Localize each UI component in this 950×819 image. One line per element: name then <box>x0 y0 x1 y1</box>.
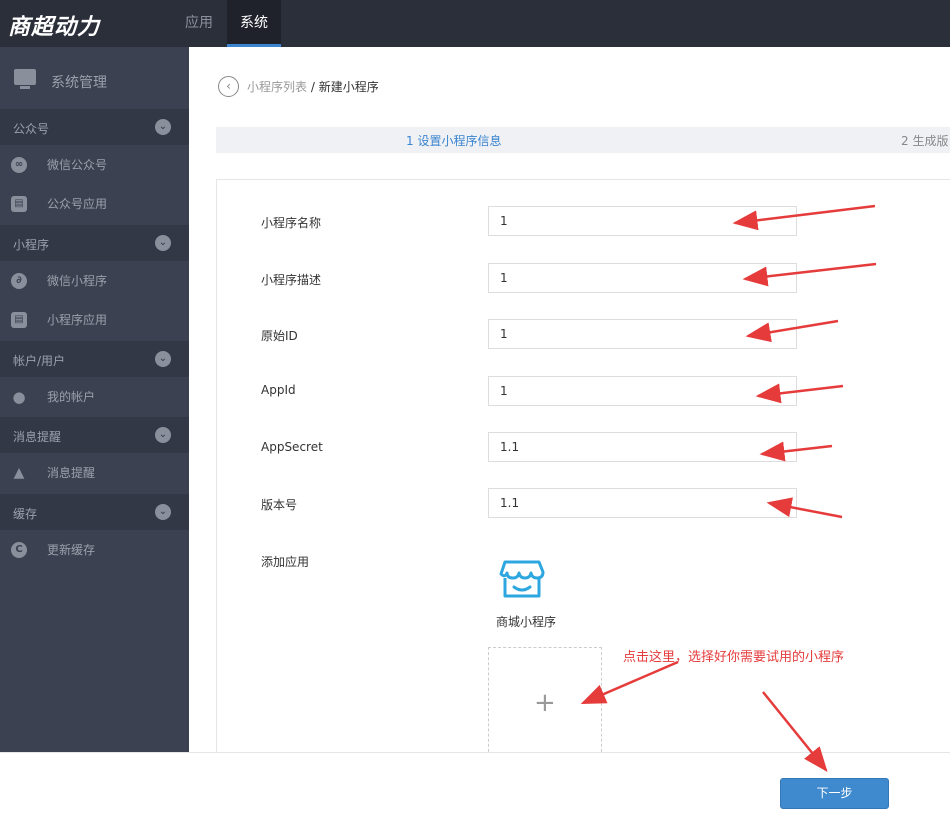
sidebar-header: 系统管理 <box>0 47 189 110</box>
sidebar-item-my-account[interactable]: ● 我的帐户 <box>0 377 189 416</box>
sidebar-group-label: 消息提醒 <box>13 430 62 444</box>
sidebar-group-label: 帐户/用户 <box>13 354 66 368</box>
annotation-hint: 点击这里，选择好你需要试用的小程序 <box>623 650 845 665</box>
sidebar-group-label: 缓存 <box>13 507 38 521</box>
chevron-down-icon[interactable]: ⌄ <box>155 427 171 443</box>
chevron-down-icon[interactable]: ⌄ <box>155 235 171 251</box>
chevron-down-icon[interactable]: ⌄ <box>155 351 171 367</box>
app-bag-icon: ▤ <box>11 196 27 212</box>
back-button[interactable]: ‹ <box>218 76 239 97</box>
sidebar-item-mini-apps[interactable]: ▤ 小程序应用 <box>0 300 189 339</box>
appid-input[interactable] <box>488 376 797 406</box>
sidebar-item-label: 微信小程序 <box>47 274 108 288</box>
sidebar-group-label: 公众号 <box>13 122 50 136</box>
sidebar-item-refresh-cache[interactable]: C 更新缓存 <box>0 530 189 569</box>
sidebar-item-wechat-official[interactable]: ∞ 微信公众号 <box>0 145 189 184</box>
store-icon[interactable] <box>499 556 545 602</box>
sidebar-item-wechat-mini[interactable]: ∂ 微信小程序 <box>0 261 189 300</box>
sidebar-group-official-account[interactable]: 公众号 ⌄ <box>0 109 189 145</box>
user-icon: ● <box>12 388 26 406</box>
top-tab-system[interactable]: 系统 <box>227 0 281 47</box>
field-label-name: 小程序名称 <box>261 216 322 230</box>
chevron-down-icon[interactable]: ⌄ <box>155 504 171 520</box>
description-input[interactable] <box>488 263 797 293</box>
top-bar: 商超动力 应用 系统 <box>0 0 950 47</box>
sidebar: 系统管理 公众号 ⌄ ∞ 微信公众号 ▤ 公众号应用 小程序 ⌄ ∂ 微信小程序… <box>0 47 189 819</box>
mini-program-form: 小程序名称 小程序描述 原始ID AppId AppSecret 版本号 添加应… <box>216 179 950 757</box>
sidebar-item-label: 公众号应用 <box>47 197 108 211</box>
sidebar-group-cache[interactable]: 缓存 ⌄ <box>0 494 189 530</box>
field-label-version: 版本号 <box>261 498 298 512</box>
field-label-description: 小程序描述 <box>261 273 322 287</box>
add-app-button[interactable]: + <box>488 647 602 757</box>
wechat-icon: ∞ <box>11 157 27 173</box>
sidebar-item-label: 小程序应用 <box>47 313 108 327</box>
field-label-original-id: 原始ID <box>261 329 298 343</box>
field-label-appsecret: AppSecret <box>261 440 323 454</box>
sidebar-item-label: 我的帐户 <box>47 390 96 404</box>
sidebar-item-official-apps[interactable]: ▤ 公众号应用 <box>0 184 189 223</box>
app-bag-icon: ▤ <box>11 312 27 328</box>
sidebar-item-label: 更新缓存 <box>47 543 96 557</box>
chevron-left-icon: ‹ <box>226 79 231 93</box>
refresh-icon: C <box>11 542 27 558</box>
step-1-label: 1 设置小程序信息 <box>406 134 502 148</box>
step-2-label: 2 生成版 <box>901 134 949 148</box>
plus-icon: + <box>534 688 556 718</box>
sidebar-item-label: 消息提醒 <box>47 466 96 480</box>
name-input[interactable] <box>488 206 797 236</box>
version-input[interactable] <box>488 488 797 518</box>
sidebar-group-mini-program[interactable]: 小程序 ⌄ <box>0 225 189 261</box>
step-indicator: 1 设置小程序信息 2 生成版 <box>216 127 950 153</box>
sidebar-header-label: 系统管理 <box>51 75 107 91</box>
breadcrumb-parent-link[interactable]: 小程序列表 <box>247 80 307 94</box>
field-label-appid: AppId <box>261 383 296 397</box>
monitor-icon <box>14 69 36 89</box>
breadcrumb: 小程序列表 / 新建小程序 <box>247 78 379 95</box>
next-step-button[interactable]: 下一步 <box>780 778 889 809</box>
brand-logo[interactable]: 商超动力 <box>8 9 100 41</box>
mini-program-icon: ∂ <box>11 273 27 289</box>
field-label-add-app: 添加应用 <box>261 555 310 569</box>
breadcrumb-current: 新建小程序 <box>318 80 379 94</box>
top-tab-apps[interactable]: 应用 <box>170 0 228 47</box>
bell-icon: ▲ <box>13 465 25 481</box>
sidebar-group-account[interactable]: 帐户/用户 ⌄ <box>0 341 189 377</box>
sidebar-item-notifications[interactable]: ▲ 消息提醒 <box>0 453 189 492</box>
sidebar-item-label: 微信公众号 <box>47 158 108 172</box>
appsecret-input[interactable] <box>488 432 797 462</box>
footer-bar: 下一步 <box>0 752 950 819</box>
sidebar-group-label: 小程序 <box>13 238 50 252</box>
original-id-input[interactable] <box>488 319 797 349</box>
chevron-down-icon[interactable]: ⌄ <box>155 119 171 135</box>
sidebar-group-notifications[interactable]: 消息提醒 ⌄ <box>0 417 189 453</box>
breadcrumb-separator: / <box>310 80 315 94</box>
app-name-label: 商城小程序 <box>496 615 557 629</box>
